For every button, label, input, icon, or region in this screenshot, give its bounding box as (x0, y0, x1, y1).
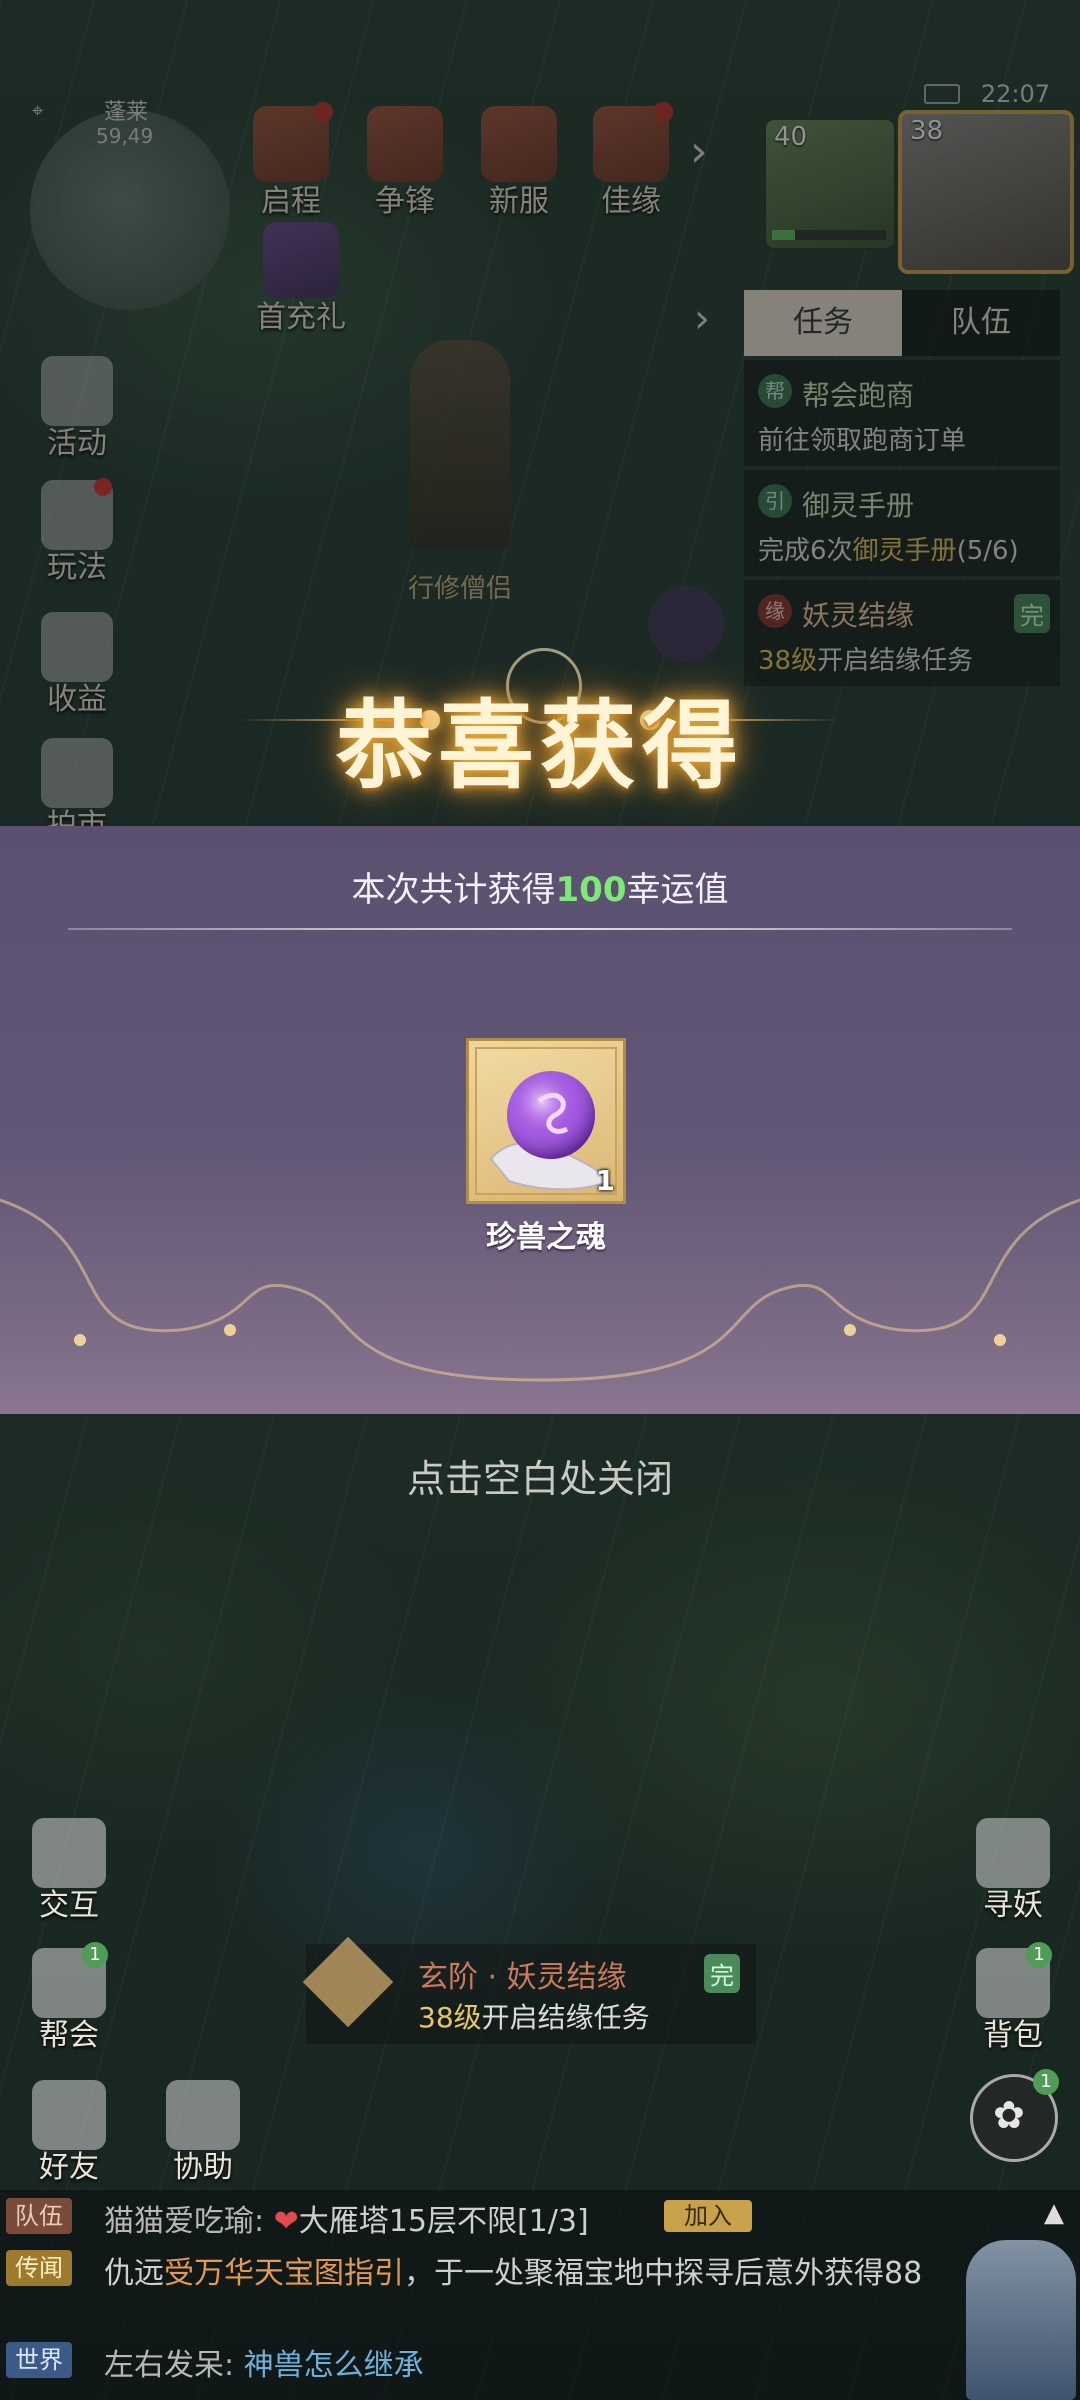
item-quantity: 1 (595, 1164, 615, 1197)
notification-badge: 1 (1026, 1942, 1052, 1968)
monster-icon (976, 1818, 1050, 1888)
friends-icon (32, 2080, 106, 2150)
reward-summary: 本次共计获得100幸运值 (351, 870, 729, 910)
tracker-complete-badge: 完 (704, 1954, 740, 1993)
chat-row-news: 传闻 仇远受万华天宝图指引，于一处聚福宝地中探寻后意外获得88 (0, 2242, 1080, 2298)
handshake-icon (166, 2080, 240, 2150)
chat-expand-icon[interactable]: ▲ (1044, 2198, 1064, 2228)
tracker-desc: 38级开启结缘任务 (418, 2001, 650, 2034)
luck-value: 100 (555, 870, 627, 910)
heart-icon: ❤ (273, 2204, 299, 2239)
menu-find-monster[interactable]: 寻妖 (958, 1818, 1068, 1924)
close-hint[interactable]: 点击空白处关闭 (0, 1448, 1080, 1503)
menu-friends[interactable]: 好友 (14, 2080, 124, 2186)
chat-message: 猫猫爱吃瑜: ❤大雁塔15层不限[1/3] (104, 2204, 589, 2239)
menu-interact[interactable]: 交互 (14, 1818, 124, 1924)
chat-channel-tag: 传闻 (6, 2250, 72, 2286)
flower-icon: ✿ (993, 2093, 1025, 2137)
hand-heart-icon (32, 1818, 106, 1888)
reward-title: 恭喜获得 (336, 689, 744, 802)
chat-message: 仇远受万华天宝图指引，于一处聚福宝地中探寻后意外获得88 (104, 2256, 923, 2291)
chat-panel[interactable]: 队伍 猫猫爱吃瑜: ❤大雁塔15层不限[1/3] 加入 传闻 仇远受万华天宝图指… (0, 2190, 1080, 2400)
tracker-title: 玄阶 · 妖灵结缘 (418, 1960, 627, 1995)
skill-compass-button[interactable]: ✿ 1 (970, 2069, 1059, 2162)
chat-channel-tag: 队伍 (6, 2198, 72, 2234)
notification-badge: 1 (82, 1942, 108, 1968)
chat-channel-tag: 世界 (6, 2342, 72, 2378)
join-button[interactable]: 加入 (664, 2200, 752, 2232)
menu-backpack[interactable]: 1 背包 (958, 1942, 1068, 2054)
item-name: 珍兽之魂 (486, 1220, 606, 1255)
chat-row-world: 世界 左右发呆: 神兽怎么继承 (0, 2334, 1080, 2390)
menu-guild[interactable]: 1 帮会 (14, 1942, 124, 2054)
player-character (966, 2240, 1076, 2400)
reward-item-slot[interactable]: 1 (466, 1038, 626, 1204)
chat-message: 左右发呆: 神兽怎么继承 (104, 2348, 424, 2383)
chat-row-team: 队伍 猫猫爱吃瑜: ❤大雁塔15层不限[1/3] 加入 (0, 2190, 1080, 2246)
menu-assist[interactable]: 协助 (148, 2080, 258, 2186)
divider (68, 928, 1012, 930)
notification-badge: 1 (1033, 2069, 1059, 2095)
